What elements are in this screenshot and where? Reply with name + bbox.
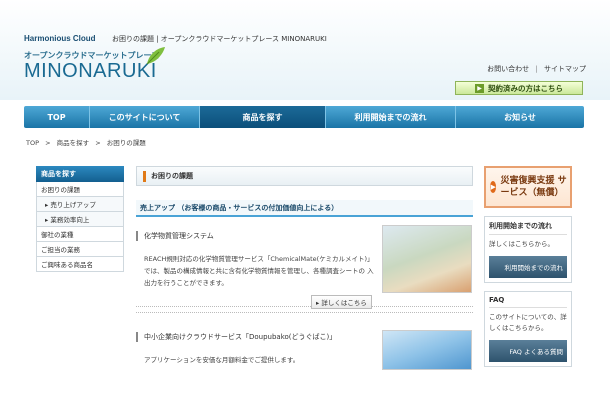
nav-find-products[interactable]: 商品を探す (200, 106, 326, 128)
play-icon: ▶ (490, 181, 497, 193)
nav-getting-started[interactable]: 利用開始までの流れ (326, 106, 456, 128)
item2-title[interactable]: 中小企業向けクラウドサービス「Doupubako(どうぐばこ)」 (136, 332, 336, 342)
getting-started-button[interactable]: 利用開始までの流れ (489, 256, 567, 278)
sidebar-item-duties[interactable]: ご担当の業務 (36, 242, 124, 257)
leaf-icon (146, 47, 165, 65)
sidebar: 商品を探す お困りの課題 ▸ 売り上げアップ ▸ 業務効率向上 御社の業種 ご担… (36, 166, 124, 272)
brand-name: Harmonious Cloud (24, 34, 96, 43)
breadcrumb-separator: > (95, 139, 101, 147)
getting-started-text: 詳しくはこちらから。 (489, 240, 554, 248)
sitemap-link[interactable]: サイトマップ (544, 65, 586, 73)
contact-link[interactable]: お問い合わせ (487, 65, 529, 73)
item-image (382, 225, 472, 293)
breadcrumb-separator: > (45, 139, 51, 147)
disaster-support-label: 災害復興支援 サービス（無償） (500, 176, 567, 198)
item2-image (382, 330, 472, 370)
faq-heading: FAQ (489, 296, 567, 308)
arrow-right-icon: ▶ (475, 83, 484, 93)
right-column: ▶ 災害復興支援 サービス（無償） 利用開始までの流れ 詳しくはこちらから。 利… (484, 166, 572, 367)
faq-text: このサイトについての、詳しくはこちらから。 (489, 313, 567, 332)
sidebar-item-industry[interactable]: 御社の業種 (36, 227, 124, 242)
section-heading: 売上アップ （お客様の商品・サービスの付加価値向上による） (136, 200, 473, 217)
nav-about[interactable]: このサイトについて (90, 106, 200, 128)
breadcrumb-find-products[interactable]: 商品を探す (57, 139, 90, 147)
page: Harmonious Cloud お困りの課題 | オープンクラウドマーケットプ… (0, 0, 610, 400)
main-content: お困りの課題 売上アップ （お客様の商品・サービスの付加価値向上による） 化学物… (136, 166, 473, 307)
main-nav: TOP このサイトについて 商品を探す 利用開始までの流れ お知らせ (24, 106, 584, 128)
logo[interactable]: MINONARUKI (24, 60, 157, 83)
getting-started-box: 利用開始までの流れ 詳しくはこちらから。 利用開始までの流れ (484, 216, 572, 283)
page-title: お困りの課題 (151, 172, 193, 180)
breadcrumb-current: お困りの課題 (106, 139, 146, 147)
list-item: 化学物質管理システム REACH規則対応の化学物質管理サービス「Chemical… (136, 217, 473, 307)
nav-top[interactable]: TOP (24, 106, 90, 128)
title-accent-bar (143, 170, 146, 182)
getting-started-heading: 利用開始までの流れ (489, 221, 567, 235)
header-tagline: お困りの課題 | オープンクラウドマーケットプレース MINONARUKI (112, 35, 327, 43)
contracted-users-button[interactable]: ▶ 契約済みの方はこちら (455, 81, 583, 95)
contracted-users-label: 契約済みの方はこちら (488, 83, 563, 93)
sidebar-head[interactable]: 商品を探す (36, 166, 124, 182)
faq-button[interactable]: FAQ よくある質問 (489, 340, 567, 362)
link-separator: | (535, 65, 538, 73)
breadcrumb-top[interactable]: TOP (26, 139, 39, 147)
sidebar-item-sales-up[interactable]: ▸ 売り上げアップ (36, 197, 124, 212)
header: Harmonious Cloud お困りの課題 | オープンクラウドマーケットプ… (0, 0, 610, 100)
sidebar-item-issues[interactable]: お困りの課題 (36, 182, 124, 197)
item-description: REACH規則対応の化学物質管理サービス「ChemicalMate(ケミカルメイ… (144, 255, 374, 287)
details-button[interactable]: ▸ 詳しくはこちら (311, 295, 372, 309)
top-links: お問い合わせ | サイトマップ (487, 64, 586, 74)
nav-news[interactable]: お知らせ (456, 106, 584, 128)
item-title[interactable]: 化学物質管理システム (136, 231, 214, 241)
sidebar-item-product-name[interactable]: ご興味ある商品名 (36, 257, 124, 272)
divider (136, 312, 473, 313)
item2-description: アプリケーションを安価な月額料金でご提供します。 (144, 356, 300, 364)
faq-box: FAQ このサイトについての、詳しくはこちらから。 FAQ よくある質問 (484, 291, 572, 367)
sidebar-item-efficiency[interactable]: ▸ 業務効率向上 (36, 212, 124, 227)
disaster-support-banner[interactable]: ▶ 災害復興支援 サービス（無償） (484, 166, 572, 208)
breadcrumb: TOP > 商品を探す > お困りの課題 (26, 137, 146, 147)
page-title-box: お困りの課題 (136, 166, 473, 186)
